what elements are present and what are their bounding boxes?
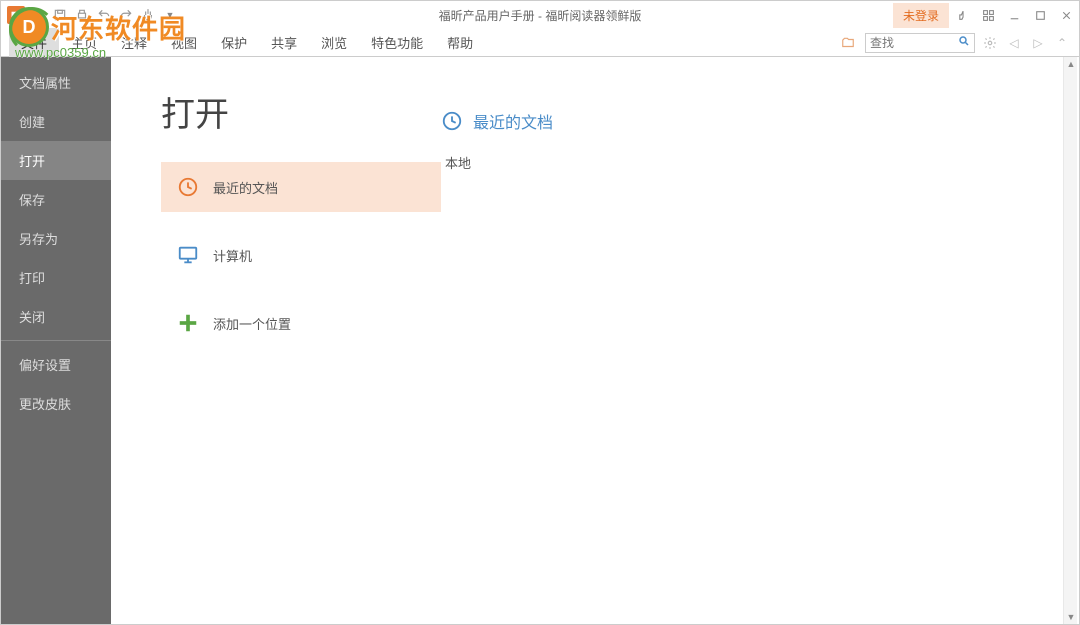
sidebar-item-skin[interactable]: 更改皮肤 — [1, 384, 111, 423]
location-computer[interactable]: 计算机 — [161, 230, 441, 280]
hand-icon[interactable] — [137, 4, 159, 26]
group-label: 本地 — [441, 153, 1079, 172]
search-icon[interactable] — [958, 35, 970, 50]
sidebar-item-open[interactable]: 打开 — [1, 141, 111, 180]
location-label: 添加一个位置 — [213, 314, 291, 333]
section-header: 最近的文档 — [441, 109, 1079, 133]
clock-icon — [441, 110, 463, 132]
recent-docs-panel: 最近的文档 本地 — [421, 57, 1079, 624]
thumbs-icon[interactable] — [949, 4, 975, 26]
search-input[interactable] — [870, 36, 950, 50]
redo-icon[interactable] — [115, 4, 137, 26]
search-box[interactable] — [865, 33, 975, 53]
save-icon[interactable] — [49, 4, 71, 26]
grid-icon[interactable] — [975, 4, 1001, 26]
titlebar-right-controls: 未登录 — [893, 3, 1079, 28]
qat-dropdown-icon[interactable]: ▼ — [159, 4, 181, 26]
sidebar-item-create[interactable]: 创建 — [1, 102, 111, 141]
tab-view[interactable]: 视图 — [159, 28, 209, 57]
vertical-scrollbar[interactable]: ▲ ▼ — [1063, 57, 1077, 624]
sidebar-item-close[interactable]: 关闭 — [1, 297, 111, 336]
app-icon[interactable]: ◧ — [5, 4, 27, 26]
ribbon-tabs: 文件 主页 注释 视图 保护 共享 浏览 特色功能 帮助 ◁ ▷ ⌃ — [1, 29, 1079, 57]
page-title: 打开 — [161, 87, 421, 136]
plus-icon — [177, 312, 199, 334]
location-label: 最近的文档 — [213, 178, 278, 197]
open-icon[interactable] — [27, 4, 49, 26]
tab-protect[interactable]: 保护 — [209, 28, 259, 57]
sidebar-item-saveas[interactable]: 另存为 — [1, 219, 111, 258]
sidebar-item-save[interactable]: 保存 — [1, 180, 111, 219]
location-label: 计算机 — [213, 246, 252, 265]
clock-icon — [177, 176, 199, 198]
content-area: 打开 最近的文档 计算机 添加一个位置 — [111, 57, 1079, 624]
close-icon[interactable] — [1053, 4, 1079, 26]
login-button[interactable]: 未登录 — [893, 3, 949, 28]
gear-icon[interactable] — [981, 34, 999, 52]
titlebar: ◧ ▼ 福昕产品用户手册 - 福昕阅读器领鲜版 未登录 — [1, 1, 1079, 29]
tab-share[interactable]: 共享 — [259, 28, 309, 57]
open-locations-panel: 打开 最近的文档 计算机 添加一个位置 — [111, 57, 421, 624]
print-icon[interactable] — [71, 4, 93, 26]
sidebar-item-preferences[interactable]: 偏好设置 — [1, 345, 111, 384]
tab-comment[interactable]: 注释 — [109, 28, 159, 57]
folder-search-icon[interactable] — [837, 32, 859, 54]
undo-icon[interactable] — [93, 4, 115, 26]
scroll-down-icon[interactable]: ▼ — [1064, 610, 1078, 624]
tab-file[interactable]: 文件 — [9, 28, 59, 57]
minimize-icon[interactable] — [1001, 4, 1027, 26]
maximize-icon[interactable] — [1027, 4, 1053, 26]
tab-browse[interactable]: 浏览 — [309, 28, 359, 57]
tab-help[interactable]: 帮助 — [435, 28, 485, 57]
window-title: 福昕产品用户手册 - 福昕阅读器领鲜版 — [439, 7, 642, 24]
file-sidebar: 文档属性 创建 打开 保存 另存为 打印 关闭 偏好设置 更改皮肤 — [1, 57, 111, 624]
tab-home[interactable]: 主页 — [59, 28, 109, 57]
computer-icon — [177, 244, 199, 266]
sidebar-item-properties[interactable]: 文档属性 — [1, 63, 111, 102]
main-area: 文档属性 创建 打开 保存 另存为 打印 关闭 偏好设置 更改皮肤 打开 最近的… — [1, 57, 1079, 624]
next-icon[interactable]: ▷ — [1029, 34, 1047, 52]
collapse-ribbon-icon[interactable]: ⌃ — [1053, 34, 1071, 52]
quick-access-toolbar: ◧ ▼ — [1, 4, 181, 26]
location-add[interactable]: 添加一个位置 — [161, 298, 441, 348]
sidebar-divider — [1, 340, 111, 341]
scroll-up-icon[interactable]: ▲ — [1064, 57, 1078, 71]
section-heading: 最近的文档 — [473, 109, 553, 133]
sidebar-item-print[interactable]: 打印 — [1, 258, 111, 297]
location-recent[interactable]: 最近的文档 — [161, 162, 441, 212]
tab-features[interactable]: 特色功能 — [359, 28, 435, 57]
prev-icon[interactable]: ◁ — [1005, 34, 1023, 52]
